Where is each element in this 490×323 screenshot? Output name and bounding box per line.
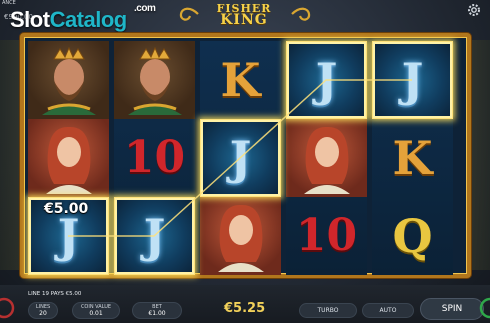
reel-1: J bbox=[28, 41, 109, 275]
reel-cell-3-1: K bbox=[200, 41, 281, 119]
reel-cell-2-2: 10 bbox=[114, 119, 195, 197]
title-swirl-right-icon bbox=[291, 7, 311, 21]
spin-button[interactable]: SPIN bbox=[420, 298, 484, 320]
reel-cell-2-1 bbox=[114, 41, 195, 119]
reel-cell-4-1: J bbox=[286, 41, 367, 119]
reel-cell-1-2 bbox=[28, 119, 109, 197]
reel-cell-5-3: Q bbox=[372, 197, 453, 275]
symbol-10-icon: 10 bbox=[295, 210, 358, 261]
symbol-k-icon: K bbox=[220, 53, 261, 107]
reel-cell-4-3: 10 bbox=[286, 197, 367, 275]
game-title: FISHER KING bbox=[194, 0, 294, 32]
reel-5: JKQ bbox=[372, 41, 453, 275]
total-win-amount: €5.25 bbox=[224, 301, 266, 316]
watermark-part1: Slot bbox=[10, 7, 50, 32]
lines-value: 20 bbox=[39, 310, 47, 317]
coin-value: 0.01 bbox=[89, 310, 103, 317]
king-symbol-icon bbox=[41, 46, 96, 115]
bet-selector[interactable]: BET €1.00 bbox=[132, 302, 182, 319]
coin-value-selector[interactable]: COIN VALUE 0.01 bbox=[72, 302, 120, 319]
lines-selector[interactable]: LINES 20 bbox=[28, 302, 58, 319]
watermark-logo: SlotCatalog .com bbox=[10, 3, 156, 33]
game-stage: ANCE €990.00 SlotCatalog .com FISHER KIN… bbox=[0, 0, 490, 323]
watermark-part2: Catalog bbox=[49, 7, 128, 32]
auto-button[interactable]: AUTO bbox=[362, 303, 414, 318]
bet-value: €1.00 bbox=[148, 310, 166, 317]
reel-2: 10 J bbox=[114, 41, 195, 275]
line-win-message: LINE 19 PAYS €5.00 bbox=[28, 291, 82, 297]
queen-symbol-icon bbox=[303, 126, 350, 194]
symbol-k-icon: K bbox=[392, 131, 433, 185]
reel-cell-4-2 bbox=[286, 119, 367, 197]
symbol-j-icon: J bbox=[57, 209, 80, 263]
watermark-suffix: .com bbox=[134, 3, 156, 14]
reel-4: J 10 bbox=[286, 41, 367, 275]
symbol-j-icon: J bbox=[401, 53, 424, 107]
game-title-line2: KING bbox=[220, 12, 268, 28]
symbol-j-icon: J bbox=[143, 209, 166, 263]
menu-ring-icon[interactable] bbox=[0, 297, 16, 319]
reel-win-amount: €5.00 bbox=[44, 201, 89, 217]
reel-cell-5-2: K bbox=[372, 119, 453, 197]
reel-frame: J 10 J KJ J 10 JKQ bbox=[20, 33, 471, 278]
symbol-q-icon: Q bbox=[392, 209, 433, 263]
king-symbol-icon bbox=[127, 46, 182, 115]
info-ring-icon[interactable] bbox=[476, 297, 490, 319]
reel-cell-5-1: J bbox=[372, 41, 453, 119]
symbol-10-icon: 10 bbox=[123, 132, 186, 183]
symbol-j-icon: J bbox=[229, 131, 252, 185]
turbo-button[interactable]: TURBO bbox=[299, 303, 357, 318]
reel-cell-1-1 bbox=[28, 41, 109, 119]
queen-symbol-icon bbox=[217, 204, 264, 272]
gear-icon[interactable] bbox=[466, 2, 482, 18]
reel-cell-3-2: J bbox=[200, 119, 281, 197]
reel-3: KJ bbox=[200, 41, 281, 275]
reel-cell-3-3 bbox=[200, 197, 281, 275]
reel-cell-2-3: J bbox=[114, 197, 195, 275]
symbol-j-icon: J bbox=[315, 53, 338, 107]
balance-label-partial: ANCE bbox=[2, 0, 16, 6]
queen-symbol-icon bbox=[45, 126, 92, 194]
